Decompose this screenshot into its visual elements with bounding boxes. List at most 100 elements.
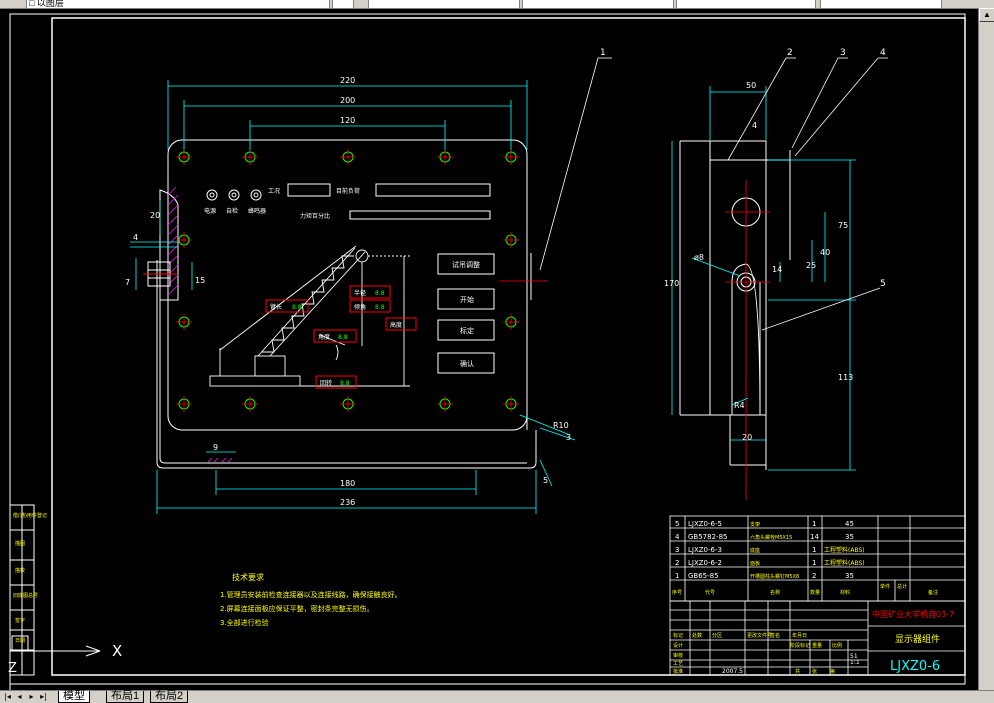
bom-no: 3 bbox=[675, 546, 679, 554]
dim-25: 25 bbox=[806, 261, 816, 270]
title-block-small: 标记 处数 分区 更改文件号 签名 年月日 设计 审核 工艺 批准 阶段标记 重… bbox=[673, 632, 842, 675]
bom-mat: 35 bbox=[845, 572, 854, 580]
tech-note-3: 3.全部进行检验 bbox=[220, 618, 269, 627]
layout-tabs-bar: |◂ ◂ ▸ ▸| 模型 布局1 布局2 bbox=[0, 690, 994, 703]
strip-label: 日期 bbox=[15, 638, 25, 644]
dim-20: 20 bbox=[150, 211, 160, 220]
bom-code: LJXZ0-6-2 bbox=[688, 559, 722, 567]
readout-height-label: 高度 bbox=[390, 321, 402, 329]
tb-date: 2007.5 bbox=[722, 668, 743, 675]
drawing-canvas[interactable]: 借(通)用件登记 描图 描校 旧底图总号 签字 日期 电源 自检 蜂鸣器 工况 … bbox=[0, 8, 978, 690]
dim-40: 40 bbox=[820, 248, 830, 257]
indicator-power-label: 电源 bbox=[204, 207, 216, 215]
dim-3: 3 bbox=[566, 433, 571, 442]
dim-r4: R4 bbox=[734, 401, 745, 410]
dim-236: 236 bbox=[340, 498, 355, 507]
dim-170: 170 bbox=[664, 279, 679, 288]
dim-side-20: 20 bbox=[742, 433, 752, 442]
front-dimensions bbox=[130, 80, 576, 514]
readout-swing-digits: 8.8 bbox=[340, 380, 350, 387]
balloon-4: 4 bbox=[880, 48, 886, 58]
leader-lines bbox=[539, 57, 888, 331]
bom-no: 2 bbox=[675, 559, 679, 567]
readout-tilt-digits: 8.8 bbox=[375, 304, 385, 311]
tab-layout1[interactable]: 布局1 bbox=[106, 691, 145, 703]
readout-angle-label: 角度 bbox=[318, 333, 330, 341]
dim-9: 9 bbox=[213, 443, 218, 452]
tab-layout2[interactable]: 布局2 bbox=[150, 691, 189, 703]
dim-120: 120 bbox=[340, 116, 355, 125]
bom-qty: 1 bbox=[812, 520, 816, 528]
bom-name: 开槽圆柱头螺钉M5X8 bbox=[750, 573, 799, 580]
bom-qty: 14 bbox=[810, 533, 819, 541]
indicator-selftest-label: 自检 bbox=[226, 207, 238, 215]
tab-last-button[interactable]: ▸| bbox=[38, 692, 49, 702]
tb-school: 中国矿业大学机自03-7 bbox=[872, 609, 954, 619]
scroll-up-arrow[interactable]: ▲ bbox=[979, 8, 994, 22]
tb-small: 张 bbox=[812, 668, 817, 675]
balloons: 1 2 3 4 5 bbox=[600, 48, 886, 289]
tb-small: 第 bbox=[830, 668, 835, 675]
panel-button-labels: 试吊调整 开始 标定 确认 bbox=[452, 260, 480, 368]
tb-small: 更改文件号 bbox=[747, 632, 772, 639]
condition-label: 工况 bbox=[268, 188, 280, 195]
dim-113: 113 bbox=[838, 373, 853, 382]
tb-small: 标记 bbox=[673, 632, 683, 639]
strip-label: 旧底图总号 bbox=[13, 592, 38, 599]
dim-180: 180 bbox=[340, 479, 355, 488]
bom-header-cell: 材料 bbox=[840, 589, 850, 596]
bom-qty: 2 bbox=[812, 572, 816, 580]
panel-button-trial: 试吊调整 bbox=[452, 260, 480, 269]
dim-200: 200 bbox=[340, 96, 355, 105]
dim-5: 5 bbox=[543, 476, 548, 485]
vertical-scrollbar[interactable]: ▲ bbox=[978, 8, 994, 690]
bom-header-cell: 代号 bbox=[705, 589, 715, 596]
front-dim-text: 220 200 120 180 236 9 4 7 15 20 R10 3 5 bbox=[125, 76, 571, 507]
readout-armlen-digits: 8.8 bbox=[292, 304, 302, 311]
ucs-z-label: Z bbox=[8, 661, 17, 676]
bom-no: 4 bbox=[675, 533, 680, 541]
strip-label: 借(通)用件登记 bbox=[13, 512, 47, 519]
bom-header-cell: 数量 bbox=[810, 589, 820, 596]
tb-small: 共 bbox=[795, 668, 800, 675]
bom-header-cell: 序号 bbox=[672, 589, 682, 596]
readout-tilt-label: 倾角 bbox=[354, 303, 366, 311]
panel-labels: 电源 自检 蜂鸣器 工况 目前负荷 力矩百分比 bbox=[204, 187, 360, 220]
tb-small: 设计 bbox=[673, 642, 683, 649]
tb-part: 显示器组件 bbox=[895, 633, 940, 645]
panel-buttons bbox=[437, 253, 495, 374]
tab-model[interactable]: 模型 bbox=[58, 691, 90, 703]
bom-name: 底座 bbox=[750, 547, 760, 554]
dim-7: 7 bbox=[125, 278, 130, 287]
tb-small: 批准 bbox=[673, 668, 683, 675]
tb-small: 分区 bbox=[712, 632, 722, 639]
bom-name: 支架 bbox=[750, 521, 760, 528]
bom-code: GB65-85 bbox=[688, 572, 719, 580]
tab-first-button[interactable]: |◂ bbox=[2, 692, 13, 702]
tb-small: 比例 bbox=[832, 642, 842, 649]
tab-next-button[interactable]: ▸ bbox=[26, 692, 37, 702]
side-view bbox=[679, 140, 791, 470]
bom-name: 面板 bbox=[750, 560, 760, 567]
balloon-1: 1 bbox=[600, 48, 606, 58]
bom-no: 1 bbox=[675, 572, 679, 580]
strip-label: 签字 bbox=[15, 617, 25, 624]
bom-no: 5 bbox=[675, 520, 679, 528]
crane-sketch bbox=[209, 245, 410, 387]
readouts: 臂长 8.8 半径 8.8 倾角 8.8 角度 8.8 高度 回转 8.8 bbox=[265, 285, 417, 389]
title-block-text: 2007.5 1:1 51 bbox=[722, 653, 860, 675]
dim-side-4: 4 bbox=[752, 121, 757, 130]
ucs-icon bbox=[9, 635, 101, 690]
load-label: 目前负荷 bbox=[336, 187, 360, 195]
readout-armlen-label: 臂长 bbox=[270, 303, 282, 311]
tech-notes: 技术要求 1.管理员安装前检查连接器以及连接线路，确保接触良好。 2.屏幕连接面… bbox=[220, 572, 402, 627]
tb-sheet: 51 bbox=[850, 653, 858, 660]
dim-4: 4 bbox=[133, 233, 138, 242]
moment-label: 力矩百分比 bbox=[300, 212, 330, 220]
bom-rows: 5 LJXZ0-6-5 支架 1 45 4 GB5782-85 六角头螺栓M5X… bbox=[675, 520, 865, 580]
indicator-buzzer-label: 蜂鸣器 bbox=[248, 207, 266, 215]
tb-drawing-no: LJXZ0-6 bbox=[890, 659, 940, 674]
tab-prev-button[interactable]: ◂ bbox=[14, 692, 25, 702]
dim-phi8: ø8 bbox=[694, 253, 704, 262]
bom-header-cell: 总计 bbox=[897, 583, 907, 590]
